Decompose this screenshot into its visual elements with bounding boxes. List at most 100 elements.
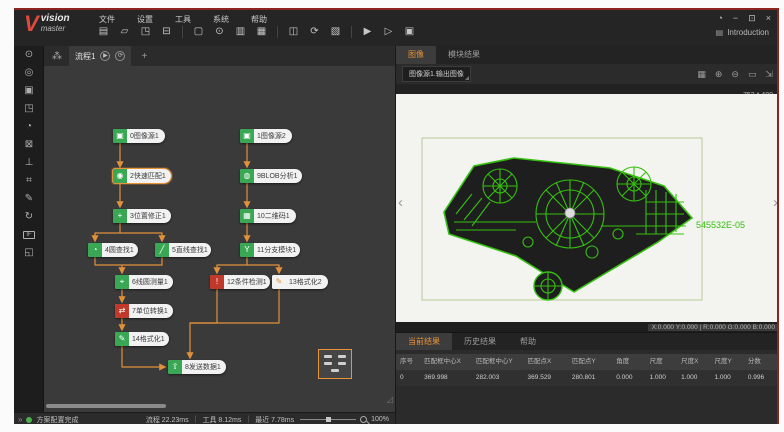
prev-image-button[interactable]: ‹	[398, 194, 403, 211]
table-header-row: 序号匹配框中心X匹配框中心Y匹配点X匹配点Y角度尺度尺度X尺度Y分数	[396, 354, 779, 370]
column-header: 尺度Y	[710, 354, 743, 370]
run-continuous-icon[interactable]: ▷	[381, 24, 396, 39]
canvas-minimap[interactable]	[318, 349, 352, 379]
match-label-text: 545532E-05	[696, 220, 745, 230]
layout-icon[interactable]: ▢	[191, 24, 206, 39]
node-icon: ▣	[240, 129, 254, 143]
next-image-button[interactable]: ›	[773, 194, 778, 211]
open-icon[interactable]: ▱	[117, 24, 132, 39]
flow-node-n2[interactable]: ◉2快速匹配1	[113, 169, 171, 183]
statusbar-expand-button[interactable]: »	[18, 415, 22, 424]
node-label: 4圆查找1	[102, 245, 138, 255]
flow-node-n4[interactable]: ◔4圆查找1	[88, 243, 138, 257]
tab-图像[interactable]: 图像	[396, 46, 436, 64]
communication-icon[interactable]: ▦	[254, 24, 269, 39]
introduction-link[interactable]: ▤ Introduction	[716, 28, 769, 37]
restore-button[interactable]: ⊡	[748, 12, 756, 24]
flow-node-n9[interactable]: ◍9BLOB分析1	[240, 169, 302, 183]
save-icon[interactable]: ▤	[96, 24, 111, 39]
sidebar-item-acquisition[interactable]: ⊙	[14, 46, 44, 64]
one-to-one-icon[interactable]: ▭	[748, 69, 757, 80]
fit-window-icon[interactable]: ▦	[697, 69, 706, 80]
flow-run-once-button[interactable]: ▶	[100, 51, 110, 61]
flow-node-n13[interactable]: ✎13格式化2	[272, 275, 328, 289]
column-header: 尺度	[646, 354, 678, 370]
flow-edge	[190, 289, 217, 323]
flow-tab[interactable]: 流程1 ▶ ⟳	[69, 46, 131, 66]
node-icon: ✎	[115, 332, 129, 346]
result-tab-历史结果[interactable]: 历史结果	[452, 333, 508, 350]
status-bar: » 方案配置完成 流程 22.23ms|工具 8.12ms|最近 7.78ms …	[14, 412, 395, 424]
status-green-dot	[26, 417, 32, 423]
node-label: 10二维码1	[254, 211, 295, 221]
minimize-button[interactable]: −	[733, 12, 738, 24]
column-header: 角度	[612, 354, 645, 370]
table-row[interactable]: 0369.998282.003369.529280.8010.0001.0001…	[396, 370, 779, 386]
image-source-dropdown[interactable]: 图像源1.输出图像	[402, 66, 471, 82]
sidebar-item-logic-loop[interactable]: ↻	[14, 208, 44, 226]
node-icon: ◍	[240, 169, 254, 183]
node-icon: ⇧	[168, 360, 182, 374]
run-once-icon[interactable]: ▶	[360, 24, 375, 39]
zoom-magnifier-icon	[360, 416, 367, 423]
result-tab-当前结果[interactable]: 当前结果	[396, 333, 452, 350]
column-header: 匹配点Y	[568, 354, 612, 370]
save-as-icon[interactable]: ◳	[138, 24, 153, 39]
flow-node-n6[interactable]: ⌖6线圆测量1	[115, 275, 173, 289]
close-button[interactable]: ×	[766, 12, 771, 24]
zoom-out-icon[interactable]: ⊖	[731, 69, 739, 80]
sidebar-item-location[interactable]: ◎	[14, 64, 44, 82]
flow-node-n0[interactable]: ▣0图像源1	[113, 129, 165, 143]
introduction-label: Introduction	[727, 28, 769, 37]
zoom-in-icon[interactable]: ⊕	[715, 69, 723, 80]
module-list-icon[interactable]: ▥	[233, 24, 248, 39]
fullscreen-icon[interactable]: ⇲	[765, 69, 773, 80]
table-cell: 1.000	[710, 370, 743, 386]
io-icon[interactable]: ◫	[286, 24, 301, 39]
image-viewer[interactable]: ‹ ›	[396, 94, 779, 322]
column-header: 匹配框中心Y	[472, 354, 524, 370]
node-icon: ✎	[272, 275, 286, 289]
flow-node-n5[interactable]: ╱5直线查找1	[155, 243, 211, 257]
sidebar-item-script[interactable]: ◱	[14, 244, 44, 262]
about-button[interactable]: ◔	[717, 12, 722, 24]
camera-icon[interactable]: ⊙	[212, 24, 227, 39]
sidebar-item-alignment[interactable]: ⌗	[14, 172, 44, 190]
node-label: 7单位转换1	[129, 306, 173, 316]
table-cell: 282.003	[472, 370, 524, 386]
table-cell: 0	[396, 370, 420, 386]
sidebar-item-measurement[interactable]: ◳	[14, 100, 44, 118]
cycle-settings-icon[interactable]: ▧	[328, 24, 343, 39]
flow-node-n10[interactable]: ▦10二维码1	[240, 209, 296, 223]
image-control-row: 图像源1.输出图像 ▦ ⊕ ⊖ ▭ ⇲	[396, 64, 779, 84]
flow-run-loop-button[interactable]: ⟳	[115, 51, 125, 61]
stop-icon[interactable]: ▣	[402, 24, 417, 39]
flow-hierarchy-icon[interactable]: ⁂	[52, 51, 62, 62]
export-icon[interactable]: ⊟	[159, 24, 174, 39]
tab-模块结果[interactable]: 模块结果	[436, 46, 492, 64]
flow-node-n14[interactable]: ✎14格式化1	[115, 332, 169, 346]
flow-node-n3[interactable]: +3位置修正1	[113, 209, 171, 223]
sidebar-item-defect-detection[interactable]: ✎	[14, 190, 44, 208]
flow-canvas[interactable]: ▣0图像源1 ▣1图像源2 ◉2快速匹配1 ◍9BLOB分析1 +3位置修正1 ▦10二维…	[44, 66, 395, 412]
flow-node-n11[interactable]: Y11分支模块1	[240, 243, 300, 257]
sidebar-item-image-processing[interactable]: ▣	[14, 82, 44, 100]
column-header: 序号	[396, 354, 420, 370]
canvas-resize-handle[interactable]: ◿	[387, 395, 393, 404]
flow-node-n8[interactable]: ⇧8发送数据1	[168, 360, 226, 374]
flow-node-n12[interactable]: !12条件检测1	[210, 275, 270, 289]
canvas-horizontal-scrollbar[interactable]	[46, 404, 166, 408]
global-variable-icon[interactable]: ⟳	[307, 24, 322, 39]
result-tab-帮助[interactable]: 帮助	[508, 333, 548, 350]
add-flow-button[interactable]: +	[141, 51, 147, 62]
resolution-line: 752 * 480	[396, 84, 779, 94]
sidebar-item-deep-learning[interactable]: ⊠	[14, 136, 44, 154]
canvas-zoom-slider[interactable]	[300, 419, 356, 420]
flow-node-n1[interactable]: ▣1图像源2	[240, 129, 292, 143]
sidebar-item-calibration[interactable]: ⊥	[14, 154, 44, 172]
sidebar-item-logic-if[interactable]: IF	[14, 226, 44, 244]
sidebar-item-recognition[interactable]: ◔	[14, 118, 44, 136]
logo-line2: master	[41, 24, 70, 33]
flow-node-n7[interactable]: ⇄7单位转换1	[115, 304, 173, 318]
titlebar: V vision master 文件设置工具系统帮助 ▤▱◳⊟▢⊙▥▦◫⟳▧▶▷…	[14, 10, 777, 46]
